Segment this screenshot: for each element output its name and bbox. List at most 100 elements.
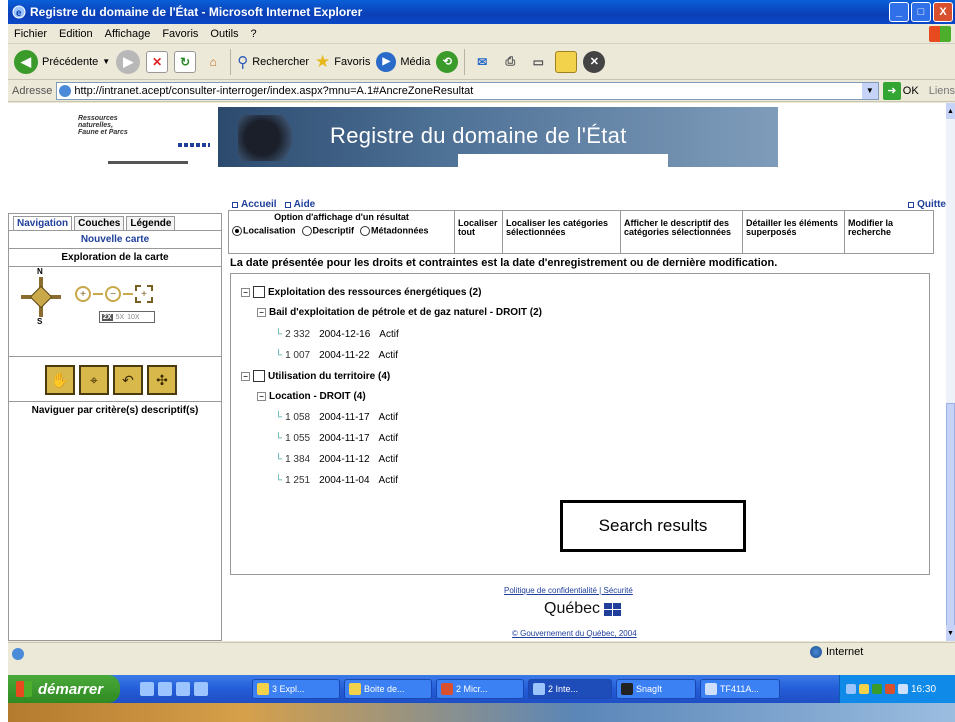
new-map-link[interactable]: Nouvelle carte	[9, 230, 221, 248]
radio-metadonnees[interactable]: Métadonnées	[360, 226, 429, 236]
menu-favoris[interactable]: Favoris	[162, 28, 198, 40]
detail-overlap-button[interactable]: Détailler les éléments superposés	[743, 211, 845, 253]
locate-all-button[interactable]: Localiser tout	[455, 211, 503, 253]
menu-fichier[interactable]: Fichier	[14, 28, 47, 40]
mail-icon[interactable]: ✉	[471, 51, 493, 73]
desktop-quick-icon[interactable]	[176, 682, 190, 696]
forward-arrow-icon[interactable]: ▶	[116, 49, 141, 74]
user-icon[interactable]	[872, 684, 882, 694]
record-number[interactable]: 1 058	[285, 412, 310, 423]
quit-link[interactable]: Quitte	[908, 199, 946, 210]
messenger-icon[interactable]	[898, 684, 908, 694]
ie-quick-icon[interactable]	[140, 682, 154, 696]
scroll-up-icon[interactable]: ▲	[946, 103, 955, 119]
task-inbox[interactable]: Boite de...	[344, 679, 432, 699]
zoom-in-icon[interactable]: +	[75, 286, 91, 302]
home-link[interactable]: Accueil	[232, 199, 277, 210]
tab-navigation[interactable]: Navigation	[13, 216, 73, 230]
record-number[interactable]: 1 251	[285, 475, 310, 486]
record-number[interactable]: 2 332	[285, 329, 310, 340]
folder-icon[interactable]	[555, 50, 578, 73]
go-button[interactable]: ➜ OK	[882, 81, 919, 100]
copyright-link[interactable]: © Gouvernement du Québec, 2004	[512, 629, 637, 638]
menu-help[interactable]: ?	[251, 28, 257, 40]
tree-subgroup-oil-gas[interactable]: − Bail d'exploitation de pétrole et de g…	[257, 307, 542, 318]
title-bar[interactable]: e Registre du domaine de l'État - Micros…	[8, 0, 955, 24]
record-number[interactable]: 1 384	[285, 454, 310, 465]
tab-couches[interactable]: Couches	[74, 216, 125, 230]
full-extent-icon[interactable]: ✣	[147, 365, 177, 395]
refresh-icon[interactable]: ↻	[174, 50, 197, 73]
list-item[interactable]: └ 1 055 2004-11-17 Actif	[275, 433, 398, 444]
list-item[interactable]: └ 1 384 2004-11-12 Actif	[275, 454, 398, 465]
clock[interactable]: 16:30	[911, 684, 936, 695]
tree-subgroup-location[interactable]: − Location - DROIT (4)	[257, 391, 366, 402]
tree-group-territory[interactable]: − Utilisation du territoire (4)	[241, 370, 390, 382]
task-internet-explorer[interactable]: 2 Inte...	[528, 679, 612, 699]
zoom-box-icon[interactable]: +	[135, 285, 153, 303]
radio-localisation[interactable]: Localisation	[232, 226, 296, 236]
footer-links[interactable]: Politique de confidentialité | Sécurité	[504, 586, 633, 595]
group-checkbox[interactable]	[253, 370, 265, 382]
back-button[interactable]: ◀ Précédente ▼	[14, 49, 110, 74]
close-button[interactable]: X	[933, 2, 953, 22]
compass-rose-icon[interactable]: N S	[21, 267, 61, 326]
record-number[interactable]: 1 007	[285, 350, 310, 361]
task-tf411a[interactable]: TF411A...	[700, 679, 780, 699]
chevron-down-icon[interactable]: ▼	[861, 82, 878, 99]
collapse-icon[interactable]: −	[257, 392, 266, 401]
show-description-button[interactable]: Afficher le descriptif des catégories sé…	[621, 211, 743, 253]
home-icon[interactable]: ⌂	[202, 51, 224, 73]
media-button[interactable]: ▶ Média	[376, 51, 430, 72]
scroll-down-icon[interactable]: ▼	[946, 625, 955, 641]
links-label[interactable]: Liens	[929, 85, 955, 97]
identify-icon[interactable]: ⌖	[79, 365, 109, 395]
shield-icon[interactable]	[885, 684, 895, 694]
help-link[interactable]: Aide	[284, 199, 315, 210]
task-explorer[interactable]: 3 Expl...	[252, 679, 340, 699]
descriptive-nav-link[interactable]: Naviguer par critère(s) descriptif(s)	[9, 401, 221, 419]
zoom-out-icon[interactable]: −	[105, 286, 121, 302]
list-item[interactable]: └ 1 251 2004-11-04 Actif	[275, 475, 398, 486]
list-item[interactable]: └ 1 058 2004-11-17 Actif	[275, 412, 398, 423]
scroll-thumb[interactable]	[946, 403, 955, 628]
edit-icon[interactable]: ▭	[527, 51, 549, 73]
task-snagit[interactable]: SnagIt	[616, 679, 696, 699]
start-button[interactable]: démarrer	[8, 675, 120, 703]
scale-10x[interactable]: 10X	[127, 314, 139, 321]
locate-selected-button[interactable]: Localiser les catégories sélectionnées	[503, 211, 621, 253]
radio-descriptif[interactable]: Descriptif	[301, 226, 354, 236]
scale-selector[interactable]: 2X 5X 10X	[99, 311, 155, 323]
scale-5x[interactable]: 5X	[116, 314, 125, 321]
record-number[interactable]: 1 055	[285, 433, 310, 444]
print-icon[interactable]: ⎙	[499, 51, 521, 73]
minimize-button[interactable]: _	[889, 2, 909, 22]
favorites-button[interactable]: ★ Favoris	[315, 52, 370, 72]
list-item[interactable]: └ 2 332 2004-12-16 Actif	[275, 329, 399, 340]
media-quick-icon[interactable]	[194, 682, 208, 696]
chevron-down-icon[interactable]: ▼	[102, 57, 110, 66]
stop-icon[interactable]: ✕	[146, 50, 169, 73]
menu-outils[interactable]: Outils	[210, 28, 238, 40]
task-powerpoint[interactable]: 2 Micr...	[436, 679, 524, 699]
maximize-button[interactable]: □	[911, 2, 931, 22]
network-icon[interactable]	[846, 684, 856, 694]
menu-affichage[interactable]: Affichage	[105, 28, 151, 40]
collapse-icon[interactable]: −	[241, 287, 250, 297]
collapse-icon[interactable]: −	[241, 371, 250, 381]
messenger-icon[interactable]: ✕	[583, 50, 606, 73]
modify-search-button[interactable]: Modifier la recherche	[845, 211, 931, 253]
previous-extent-icon[interactable]: ↶	[113, 365, 143, 395]
mail-icon[interactable]	[859, 684, 869, 694]
tab-legende[interactable]: Légende	[126, 216, 176, 230]
history-icon[interactable]: ⟲	[436, 50, 459, 73]
vertical-scrollbar[interactable]: ▲ ▼	[946, 103, 955, 641]
outlook-quick-icon[interactable]	[158, 682, 172, 696]
search-button[interactable]: ⚲ Rechercher	[237, 53, 309, 71]
menu-edition[interactable]: Edition	[59, 28, 93, 40]
scale-2x[interactable]: 2X	[102, 313, 113, 321]
group-checkbox[interactable]	[253, 286, 265, 298]
pan-icon[interactable]: ✋	[45, 365, 75, 395]
tree-group-energy[interactable]: − Exploitation des ressources énergétiqu…	[241, 286, 481, 298]
collapse-icon[interactable]: −	[257, 308, 266, 317]
